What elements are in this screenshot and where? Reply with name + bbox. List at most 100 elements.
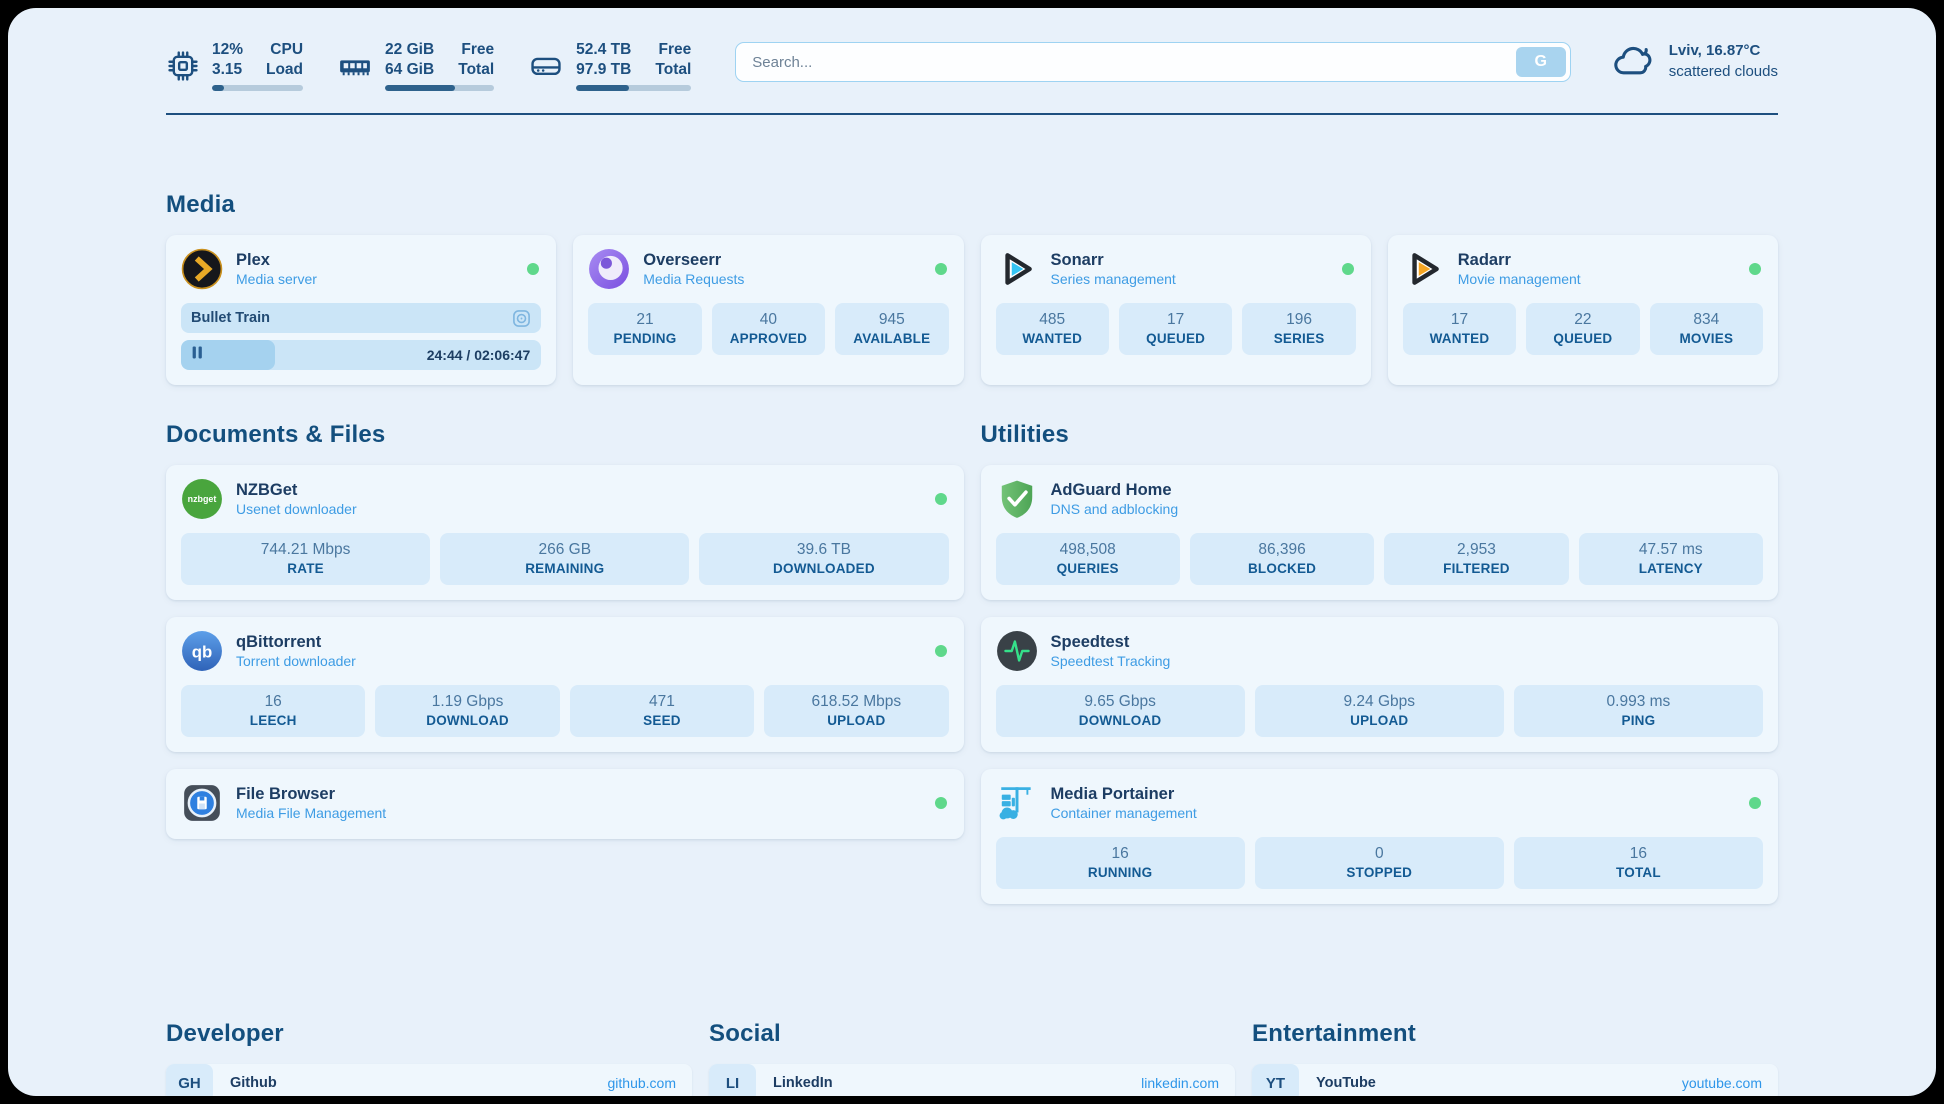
service-card-radarr[interactable]: RadarrMovie management17WANTED22QUEUED83… (1388, 235, 1778, 385)
stat-label: REMAINING (444, 561, 685, 576)
weather-location: Lviv, 16.87°C (1669, 40, 1778, 61)
service-card-media-portainer[interactable]: Media PortainerContainer management16RUN… (981, 769, 1779, 904)
service-card-sonarr[interactable]: SonarrSeries management485WANTED17QUEUED… (981, 235, 1371, 385)
svg-text:qb: qb (192, 643, 213, 662)
stat-value-top: 52.4 TB (576, 40, 631, 60)
stat-label: STOPPED (1259, 865, 1500, 880)
stat-label: QUEUED (1530, 331, 1635, 346)
search-input[interactable] (735, 42, 1570, 82)
stat-progress-fill (212, 85, 224, 91)
bookmark-url: linkedin.com (1141, 1075, 1219, 1091)
status-online-dot (1749, 797, 1761, 809)
stat-label-top: Free (651, 40, 691, 60)
service-description: Torrent downloader (236, 653, 356, 671)
service-card-qbittorrent[interactable]: qbqBittorrentTorrent downloader16LEECH1.… (166, 617, 964, 752)
stat-label-bottom: Load (263, 60, 303, 80)
playback-progress-fill (181, 340, 275, 370)
bookmark-url: github.com (608, 1075, 676, 1091)
cpu-icon (166, 49, 200, 83)
service-card-file-browser[interactable]: File BrowserMedia File Management (166, 769, 964, 839)
stat-value: 16 (1000, 845, 1241, 863)
service-description: Media File Management (236, 805, 386, 823)
status-online-dot (935, 263, 947, 275)
stat-values: 12%3.15 (212, 40, 243, 80)
stat-label: AVAILABLE (839, 331, 944, 346)
system-stats: 12%3.15 CPULoad 22 GiB64 GiBFreeTotal 52.4 … (166, 40, 691, 91)
bookmark-youtube[interactable]: YTYouTubeyoutube.com (1252, 1064, 1778, 1096)
stat-label-top: Free (454, 40, 494, 60)
weather-widget[interactable]: Lviv, 16.87°C scattered clouds (1611, 40, 1778, 82)
now-playing-row: Bullet Train (181, 303, 541, 333)
stat-value: 485 (1000, 311, 1105, 329)
service-stat-blocked: 86,396BLOCKED (1190, 533, 1374, 585)
status-online-dot (935, 645, 947, 657)
status-online-dot (935, 493, 947, 505)
stat-progress-bar (576, 85, 691, 91)
system-stat: 22 GiB64 GiBFreeTotal (337, 40, 494, 91)
bookmark-groups: DeveloperGHGithubgithub.comSOStackOverfl… (166, 944, 1778, 1096)
stat-value-bottom: 97.9 TB (576, 60, 631, 80)
service-card-overseerr[interactable]: OverseerrMedia Requests21PENDING40APPROV… (573, 235, 963, 385)
stat-value: 9.24 Gbps (1259, 693, 1500, 711)
service-name: qBittorrent (236, 632, 356, 653)
bookmark-name: LinkedIn (773, 1075, 833, 1091)
status-online-dot (527, 263, 539, 275)
stat-label-top: CPU (263, 40, 303, 60)
stat-label: RATE (185, 561, 426, 576)
stat-value-bottom: 3.15 (212, 60, 243, 80)
service-description: Media Requests (643, 271, 744, 289)
bookmark-linkedin[interactable]: LILinkedInlinkedin.com (709, 1064, 1235, 1096)
service-stat-downloaded: 39.6 TBDOWNLOADED (699, 533, 948, 585)
stat-value-top: 22 GiB (385, 40, 434, 60)
service-card-nzbget[interactable]: nzbgetNZBGetUsenet downloader744.21 Mbps… (166, 465, 964, 600)
utilities-card-stack: AdGuard HomeDNS and adblocking498,508QUE… (981, 465, 1779, 904)
service-stat-queries: 498,508 QUERIES (996, 533, 1180, 585)
stat-label: DOWNLOADED (703, 561, 944, 576)
stat-label: LATENCY (1583, 561, 1759, 576)
search-provider-button[interactable]: G (1516, 47, 1566, 77)
stat-value: 86,396 (1194, 541, 1370, 559)
section-title-documents: Documents & Files (166, 421, 964, 449)
stat-value: 498,508 (1000, 541, 1176, 559)
stat-label: QUERIES (1000, 561, 1176, 576)
disk-icon (528, 49, 564, 83)
service-stat-movies: 834MOVIES (1650, 303, 1763, 355)
media-card-grid: PlexMedia serverBullet Train24:44 / 02:0… (166, 235, 1778, 385)
top-bar: 12%3.15 CPULoad 22 GiB64 GiBFreeTotal 52.4 … (166, 40, 1778, 91)
service-stat-download: 1.19 GbpsDOWNLOAD (375, 685, 559, 737)
playback-progress-bar[interactable]: 24:44 / 02:06:47 (181, 340, 541, 370)
service-stat-approved: 40APPROVED (712, 303, 825, 355)
stat-label: DOWNLOAD (1000, 713, 1241, 728)
stat-labels: FreeTotal (454, 40, 494, 80)
service-stat-series: 196SERIES (1242, 303, 1355, 355)
section-title-media: Media (166, 191, 1778, 219)
stat-label-bottom: Total (651, 60, 691, 80)
stat-label: QUEUED (1123, 331, 1228, 346)
stat-progress-bar (212, 85, 303, 91)
service-stat-stopped: 0STOPPED (1255, 837, 1504, 889)
service-description: Speedtest Tracking (1051, 653, 1171, 671)
service-stat-pending: 21PENDING (588, 303, 701, 355)
stat-value: 16 (185, 693, 361, 711)
stat-value: 9.65 Gbps (1000, 693, 1241, 711)
service-stat-total: 16TOTAL (1514, 837, 1763, 889)
radarr-icon (1403, 248, 1445, 290)
speedtest-icon (996, 630, 1038, 672)
service-card-adguard-home[interactable]: AdGuard HomeDNS and adblocking498,508QUE… (981, 465, 1779, 600)
service-card-speedtest[interactable]: SpeedtestSpeedtest Tracking9.65 GbpsDOWN… (981, 617, 1779, 752)
bookmark-github[interactable]: GHGithubgithub.com (166, 1064, 692, 1096)
stat-value: 0.993 ms (1518, 693, 1759, 711)
stat-value: 16 (1518, 845, 1759, 863)
sonarr-icon (996, 248, 1038, 290)
stat-value: 834 (1654, 311, 1759, 329)
media-player: Bullet Train 24:44 / 02:06:47 (181, 303, 541, 370)
search-bar: G (735, 42, 1570, 82)
service-card-plex[interactable]: PlexMedia serverBullet Train24:44 / 02:0… (166, 235, 556, 385)
stat-progress-bar (385, 85, 494, 91)
service-name: AdGuard Home (1051, 480, 1179, 501)
stat-label: WANTED (1000, 331, 1105, 346)
section-title-utilities: Utilities (981, 421, 1779, 449)
stat-value: 17 (1407, 311, 1512, 329)
portainer-icon (996, 782, 1038, 824)
bookmark-abbr: YT (1252, 1064, 1299, 1096)
